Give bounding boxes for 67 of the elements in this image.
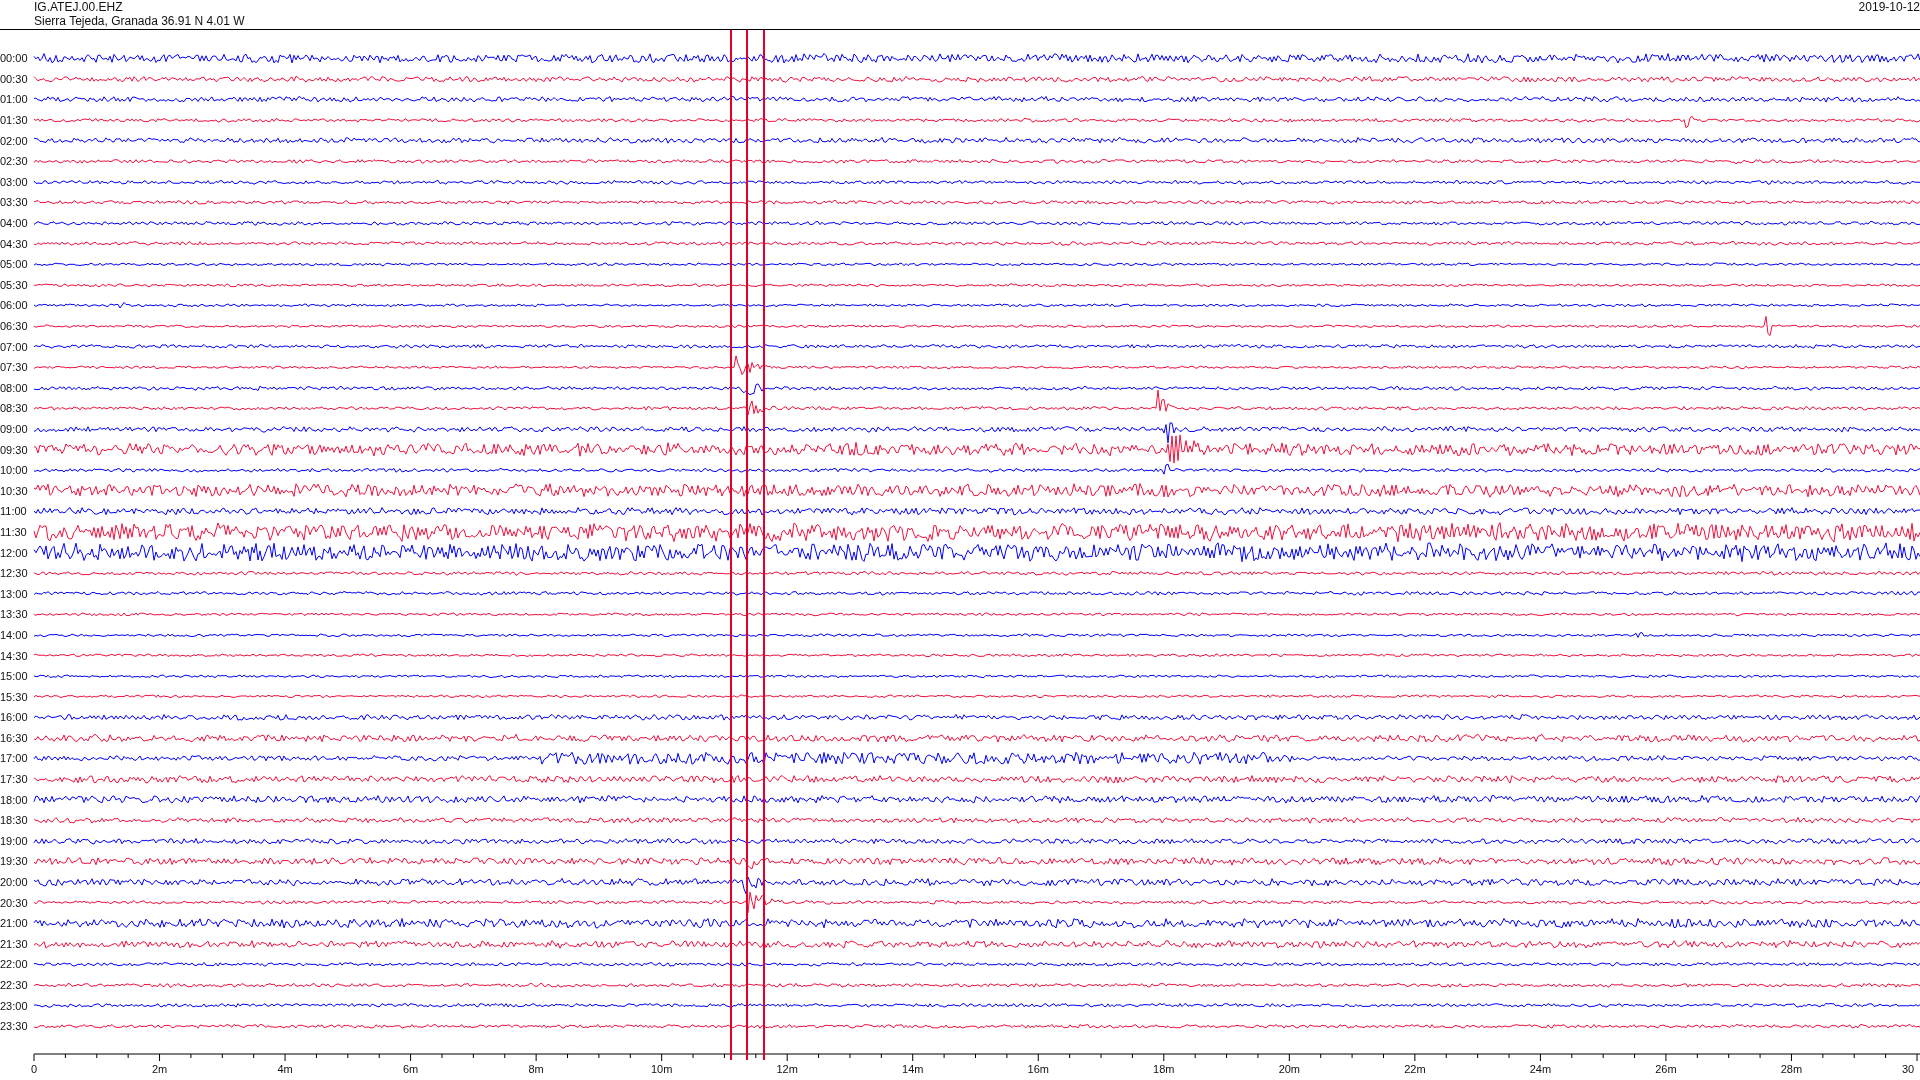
axis-tick-label: 12m <box>776 1062 798 1075</box>
time-label: 16:00 <box>0 711 29 724</box>
date-label: 2019-10-12 <box>1858 0 1920 16</box>
time-label: 08:00 <box>0 381 29 394</box>
time-label: 14:30 <box>0 649 29 662</box>
time-label: 20:30 <box>0 896 29 909</box>
station-code: IG.ATEJ.00.EHZ <box>34 0 124 14</box>
axis-tick-label: 10m <box>650 1062 673 1075</box>
axis-tick-label: 16m <box>1027 1062 1049 1075</box>
time-label: 12:00 <box>0 546 29 559</box>
time-label: 04:00 <box>0 217 29 230</box>
axis-tick-label: 4m <box>277 1062 293 1075</box>
time-label: 22:00 <box>0 958 29 971</box>
time-label: 19:30 <box>0 855 29 868</box>
time-label: 17:30 <box>0 773 29 786</box>
axis-tick-label: 24m <box>1529 1062 1552 1075</box>
time-label: 18:30 <box>0 814 29 827</box>
time-label: 02:30 <box>0 155 29 168</box>
time-label: 16:30 <box>0 731 29 744</box>
axis-tick-label: 2m <box>151 1062 168 1075</box>
time-label: 10:00 <box>0 464 29 477</box>
axis-tick-label: 28m <box>1780 1062 1803 1075</box>
time-label: 21:30 <box>0 937 29 950</box>
time-label: 23:30 <box>0 1020 29 1033</box>
time-label: 05:30 <box>0 278 29 291</box>
time-label: 02:00 <box>0 134 29 147</box>
axis-tick-label: 0 <box>30 1062 38 1075</box>
time-label: 18:00 <box>0 793 29 806</box>
axis-tick-label: 18m <box>1153 1062 1175 1075</box>
time-label: 11:00 <box>0 505 28 518</box>
time-label: 15:00 <box>0 670 29 683</box>
time-label: 07:00 <box>0 340 29 353</box>
time-label: 17:00 <box>0 752 29 765</box>
time-label: 08:30 <box>0 402 29 415</box>
axis-tick-label: 30 <box>1901 1062 1915 1075</box>
time-label: 13:00 <box>0 587 29 600</box>
time-label: 06:30 <box>0 320 29 332</box>
time-label: 01:30 <box>0 114 29 127</box>
axis-tick-label: 22m <box>1404 1062 1426 1075</box>
time-label: 15:30 <box>0 690 29 703</box>
axis-tick-label: 26m <box>1655 1062 1677 1075</box>
axis-tick-label: 20m <box>1278 1062 1301 1075</box>
time-label: 23:00 <box>0 999 29 1012</box>
time-label: 01:00 <box>0 93 29 106</box>
time-label: 07:30 <box>0 361 29 374</box>
time-label: 14:00 <box>0 628 29 641</box>
axis-tick-label: 14m <box>902 1062 924 1075</box>
time-label: 21:00 <box>0 917 29 930</box>
time-label: 09:30 <box>0 443 29 456</box>
time-label: 03:00 <box>0 175 29 188</box>
time-label: 04:30 <box>0 237 29 250</box>
time-label: 13:30 <box>0 608 29 621</box>
time-label: 05:00 <box>0 258 29 271</box>
time-label: 09:00 <box>0 423 29 435</box>
time-label: 00:00 <box>0 52 29 65</box>
station-location: Sierra Tejeda, Granada 36.91 N 4.01 W <box>34 14 245 28</box>
time-label: 00:30 <box>0 72 29 85</box>
time-label: 20:00 <box>0 876 29 889</box>
time-label: 06:00 <box>0 299 29 312</box>
time-label: 10:30 <box>0 484 29 497</box>
time-label: 22:30 <box>0 979 29 991</box>
axis-tick-label: 8m <box>528 1062 544 1075</box>
time-label: 11:30 <box>0 525 28 538</box>
axis-tick-label: 6m <box>402 1062 419 1075</box>
time-label: 12:30 <box>0 567 29 580</box>
time-label: 03:30 <box>0 196 29 209</box>
time-label: 19:00 <box>0 834 29 847</box>
